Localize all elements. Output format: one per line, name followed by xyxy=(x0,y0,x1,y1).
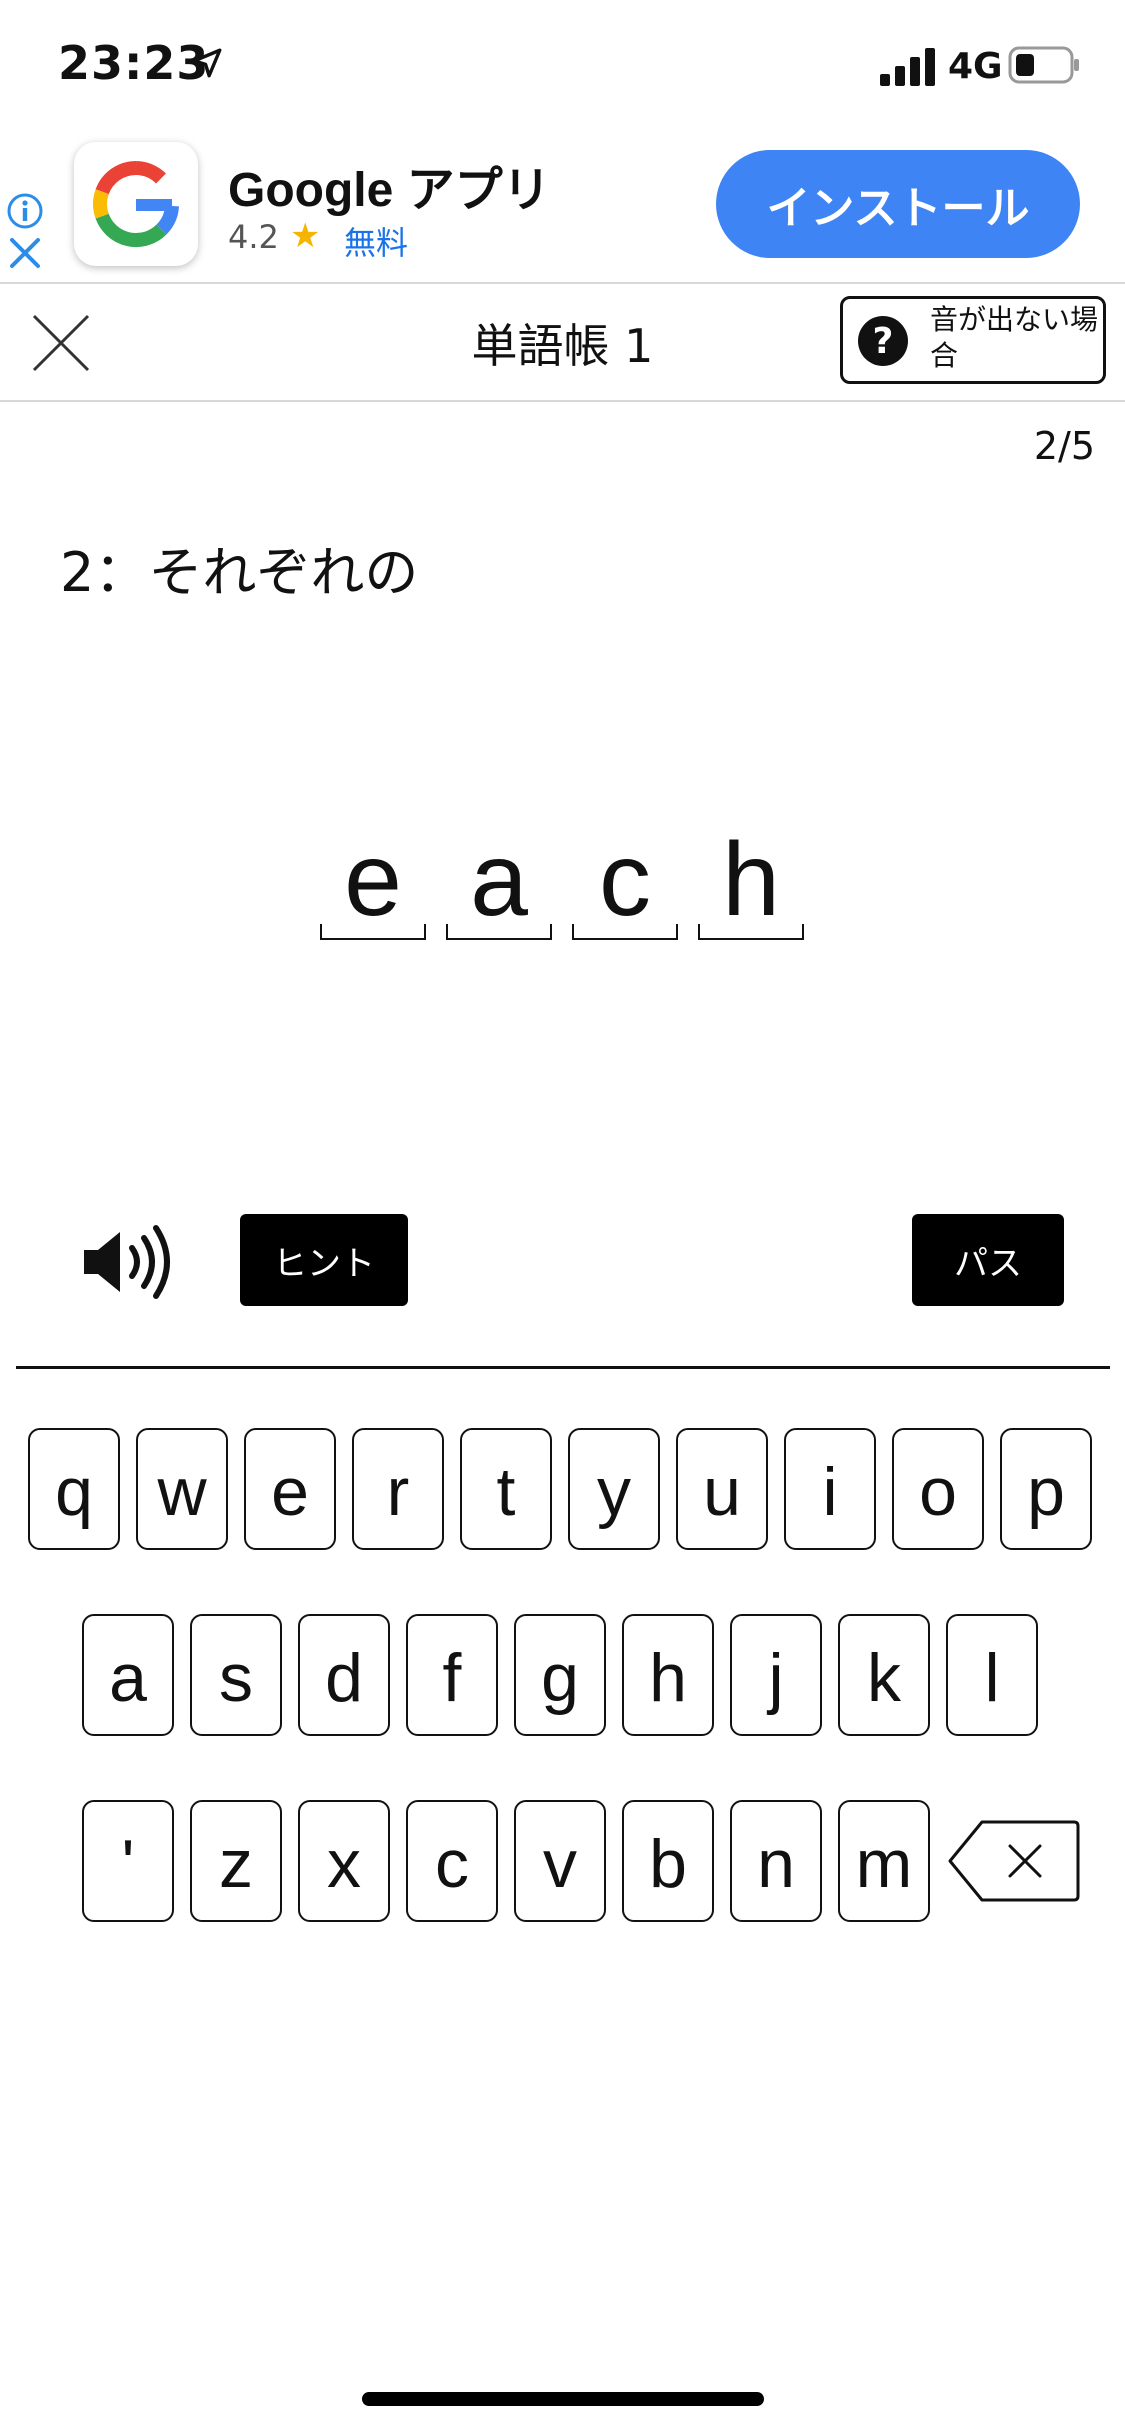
key-l[interactable]: l xyxy=(946,1614,1038,1736)
ad-divider xyxy=(0,282,1125,284)
cellular-signal-icon xyxy=(880,48,935,86)
answer-letter: a xyxy=(470,822,528,938)
key-w[interactable]: w xyxy=(136,1428,228,1550)
key-n[interactable]: n xyxy=(730,1800,822,1922)
ad-app-name[interactable]: Google アプリ xyxy=(228,150,551,220)
key-f[interactable]: f xyxy=(406,1614,498,1736)
google-app-icon[interactable] xyxy=(74,142,198,266)
key-s[interactable]: s xyxy=(190,1614,282,1736)
key-a[interactable]: a xyxy=(82,1614,174,1736)
key-i[interactable]: i xyxy=(784,1428,876,1550)
answer-slot: c xyxy=(572,822,678,940)
key-v[interactable]: v xyxy=(514,1800,606,1922)
key-g[interactable]: g xyxy=(514,1614,606,1736)
key-y[interactable]: y xyxy=(568,1428,660,1550)
key-d[interactable]: d xyxy=(298,1614,390,1736)
key-e[interactable]: e xyxy=(244,1428,336,1550)
key-apostrophe[interactable]: ' xyxy=(82,1800,174,1922)
answer-slots: e a c h xyxy=(0,822,1125,950)
pass-button[interactable]: パス xyxy=(912,1214,1064,1306)
key-z[interactable]: z xyxy=(190,1800,282,1922)
key-u[interactable]: u xyxy=(676,1428,768,1550)
header-divider xyxy=(0,400,1125,402)
answer-letter: e xyxy=(344,822,402,938)
battery-icon xyxy=(1008,46,1079,84)
speaker-icon[interactable] xyxy=(80,1222,180,1302)
answer-slot: e xyxy=(320,822,426,940)
key-b[interactable]: b xyxy=(622,1800,714,1922)
ad-price: 無料 xyxy=(344,224,409,262)
slot-underline xyxy=(572,924,678,940)
star-icon: ★ xyxy=(290,216,321,256)
question-mark-icon: ? xyxy=(858,316,908,366)
google-g-logo xyxy=(93,161,179,248)
install-button[interactable]: インストール xyxy=(716,150,1080,258)
key-o[interactable]: o xyxy=(892,1428,984,1550)
key-c[interactable]: c xyxy=(406,1800,498,1922)
no-sound-help-label: 音が出ない場合 xyxy=(930,303,1099,372)
answer-letter: h xyxy=(722,822,780,938)
key-m[interactable]: m xyxy=(838,1800,930,1922)
key-x[interactable]: x xyxy=(298,1800,390,1922)
keyboard-divider xyxy=(16,1366,1110,1369)
answer-slot: a xyxy=(446,822,552,940)
location-arrow-icon xyxy=(192,48,222,78)
home-indicator xyxy=(362,2392,764,2406)
network-type: 4G xyxy=(948,46,1003,87)
key-h[interactable]: h xyxy=(622,1614,714,1736)
question-text: 2：それぞれの xyxy=(60,541,419,604)
quiz-progress: 2/5 xyxy=(1033,424,1095,468)
key-j[interactable]: j xyxy=(730,1614,822,1736)
backspace-icon[interactable] xyxy=(946,1818,1082,1904)
answer-letter: c xyxy=(599,822,651,938)
ad-info-icon[interactable] xyxy=(6,192,44,230)
ad-rating: 4.2 xyxy=(228,218,279,256)
answer-slot: h xyxy=(698,822,804,940)
key-p[interactable]: p xyxy=(1000,1428,1092,1550)
slot-underline xyxy=(446,924,552,940)
key-q[interactable]: q xyxy=(28,1428,120,1550)
slot-underline xyxy=(320,924,426,940)
key-r[interactable]: r xyxy=(352,1428,444,1550)
slot-underline xyxy=(698,924,804,940)
hint-button[interactable]: ヒント xyxy=(240,1214,408,1306)
key-k[interactable]: k xyxy=(838,1614,930,1736)
status-time: 23:23 xyxy=(58,36,210,90)
ad-close-icon[interactable] xyxy=(8,236,42,270)
key-t[interactable]: t xyxy=(460,1428,552,1550)
